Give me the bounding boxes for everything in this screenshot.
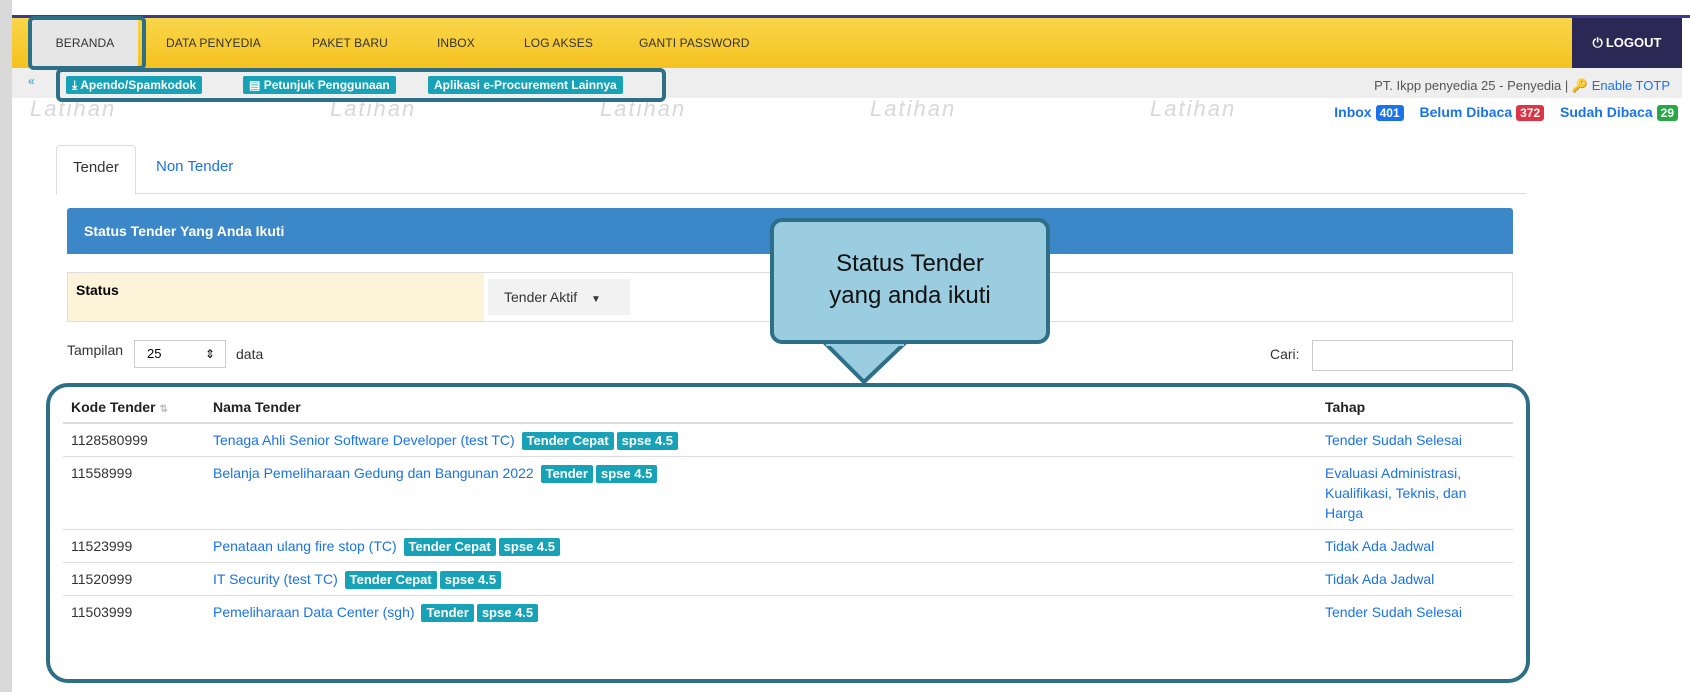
logout-label: LOGOUT <box>1605 35 1662 50</box>
status-label: Status <box>68 273 484 321</box>
inbox-link[interactable]: Inbox <box>1334 104 1371 120</box>
key-icon: 🔑 <box>1571 78 1589 93</box>
collapse-chevron-icon[interactable]: « <box>28 74 35 88</box>
watermark: Latihan <box>1150 96 1237 121</box>
watermark: Latihan <box>870 96 957 121</box>
callout-line-2: yang anda ikuti <box>829 282 991 309</box>
read-count-badge: 29 <box>1656 105 1678 121</box>
account-info: PT. Ikpp penyedia 25 - Penyedia | 🔑 Enab… <box>1374 78 1670 94</box>
inbox-count-badge: 401 <box>1375 105 1404 121</box>
frame-left <box>0 0 12 692</box>
caret-down-icon: ▼ <box>591 294 601 305</box>
enable-totp-link[interactable]: Enable TOTP <box>1592 78 1670 93</box>
data-label: data <box>236 346 264 362</box>
tender-tabs: Tender Non Tender <box>56 145 1526 195</box>
nav-ganti-password[interactable]: GANTI PASSWORD <box>639 18 750 68</box>
callout-box: Status Tender yang anda ikuti <box>770 218 1050 344</box>
tab-tender[interactable]: Tender <box>56 145 136 195</box>
callout-pointer <box>820 340 910 385</box>
status-select-value: Tender Aktif <box>504 289 578 305</box>
message-counters: Inbox 401 Belum Dibaca 372 Sudah Dibaca 29 <box>1322 104 1678 121</box>
nav-data-penyedia[interactable]: DATA PENYEDIA <box>166 18 261 68</box>
status-select[interactable]: Tender Aktif ▼ <box>488 279 630 315</box>
nav-inbox[interactable]: INBOX <box>437 18 475 68</box>
page-length-value: 25 <box>147 346 162 361</box>
highlight-table <box>46 383 1530 683</box>
tab-non-tender[interactable]: Non Tender <box>140 145 249 193</box>
account-name: PT. Ikpp penyedia 25 - Penyedia | <box>1374 78 1569 93</box>
power-icon: ⏻ <box>1592 35 1603 50</box>
highlight-subbar-buttons <box>56 68 666 102</box>
unread-count-badge: 372 <box>1516 105 1545 121</box>
app-frame: BERANDA DATA PENYEDIA PAKET BARU INBOX L… <box>0 0 1690 692</box>
search-input[interactable] <box>1312 340 1513 371</box>
unread-link[interactable]: Belum Dibaca <box>1420 104 1513 120</box>
nav-log-akses[interactable]: LOG AKSES <box>524 18 593 68</box>
nav-paket-baru[interactable]: PAKET BARU <box>312 18 388 68</box>
top-navbar: BERANDA DATA PENYEDIA PAKET BARU INBOX L… <box>12 18 1682 68</box>
read-link[interactable]: Sudah Dibaca <box>1560 104 1653 120</box>
logout-button[interactable]: ⏻ LOGOUT <box>1572 18 1682 68</box>
page-length-select[interactable]: 25 ⇕ <box>134 340 226 368</box>
updown-icon: ⇕ <box>204 347 215 361</box>
frame-top <box>0 0 1690 16</box>
show-label: Tampilan <box>67 342 124 358</box>
search-label: Cari: <box>1270 346 1300 362</box>
callout-line-1: Status Tender <box>836 250 984 277</box>
highlight-beranda <box>28 16 146 70</box>
